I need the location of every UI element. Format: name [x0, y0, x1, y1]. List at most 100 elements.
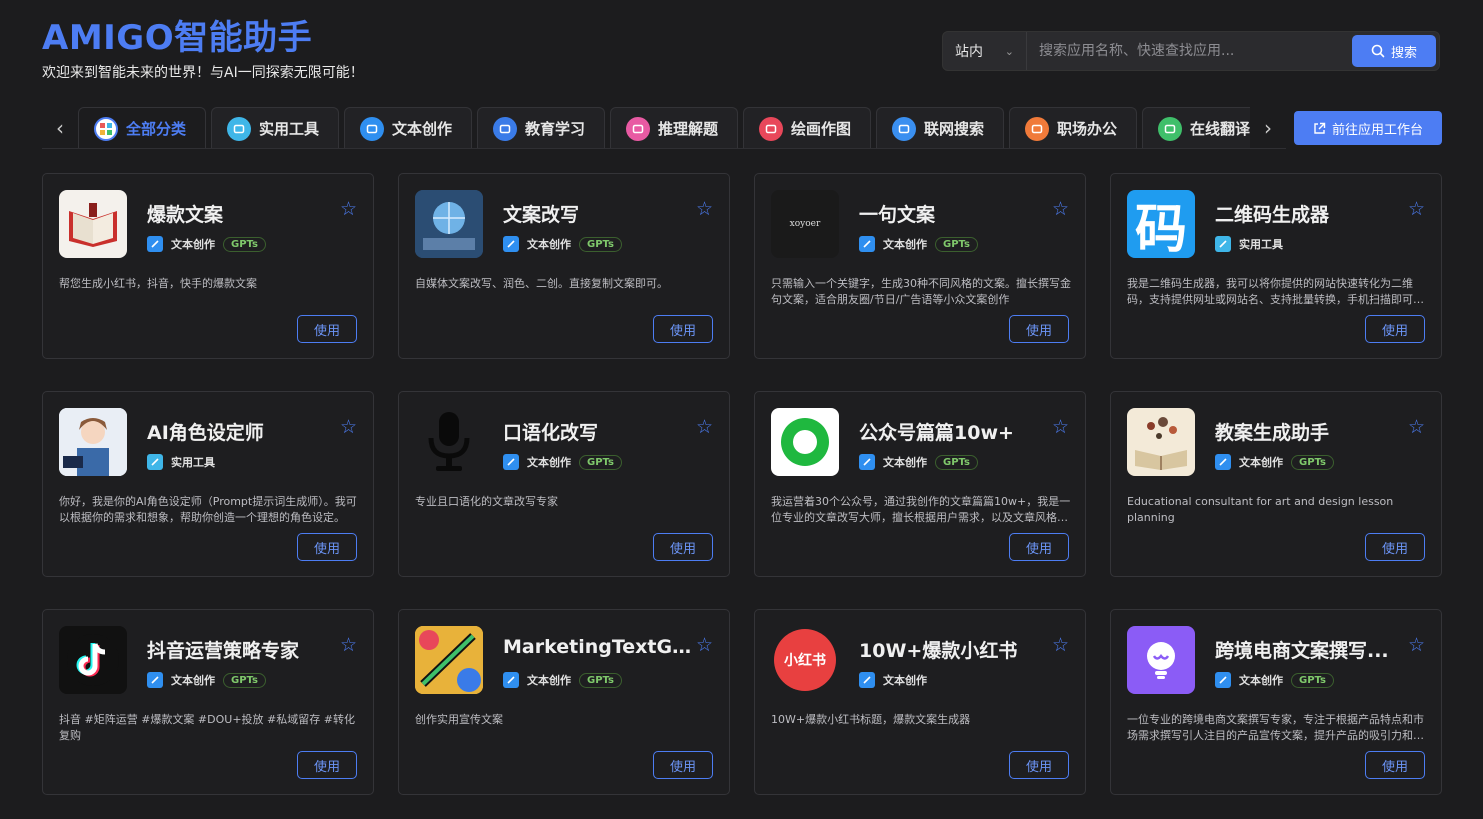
tab-label: 联网搜索	[924, 120, 985, 138]
tab-6[interactable]: 联网搜索	[876, 107, 1004, 148]
search-input[interactable]	[1027, 32, 1352, 70]
use-button[interactable]: 使用	[297, 315, 357, 343]
favorite-star-icon[interactable]: ☆	[340, 634, 357, 656]
search-scope-select[interactable]: 站内 ⌄	[943, 32, 1027, 70]
use-button[interactable]: 使用	[653, 315, 713, 343]
app-card[interactable]: 跨境电商文案撰写... ☆ 文本创作 GPTs 一位专业的跨境电商文案撰写专家，专注于根…	[1110, 609, 1442, 795]
app-meta: 文本创作 GPTs	[503, 236, 622, 252]
search-button[interactable]: 搜索	[1352, 35, 1436, 67]
app-meta: 文本创作	[859, 672, 927, 688]
goto-workspace-button[interactable]: 前往应用工作台	[1294, 111, 1442, 145]
favorite-star-icon[interactable]: ☆	[1408, 634, 1425, 656]
favorite-star-icon[interactable]: ☆	[696, 634, 713, 656]
app-card[interactable]: ♪ 抖音运营策略专家 ☆ 文本创作 GPTs 抖音 #矩阵运营 #爆款文案 #DOU+投放…	[42, 609, 374, 795]
app-card[interactable]: xoyoer 一句文案 ☆ 文本创作 GPTs 只需输入一个关键字，生成30种不同风格的文…	[754, 173, 1086, 359]
dictionary-icon	[493, 116, 517, 141]
tabs-next-arrow-icon[interactable]: ›	[1250, 107, 1286, 148]
category-icon	[859, 236, 875, 252]
app-title: 公众号篇篇10w+	[859, 422, 1014, 444]
puzzle-icon	[626, 116, 650, 141]
category-label: 文本创作	[527, 674, 571, 687]
app-description: 帮您生成小红书，抖音，快手的爆款文案	[59, 277, 257, 290]
tab-label: 推理解题	[658, 120, 719, 138]
app-title: 口语化改写	[503, 422, 599, 444]
app-card[interactable]: AI角色设定师 ☆ 实用工具 你好，我是你的AI角色设定师（Prompt提示词生成师）…	[42, 391, 374, 577]
tab-1[interactable]: 实用工具	[211, 107, 339, 148]
use-button[interactable]: 使用	[653, 533, 713, 561]
app-description: 专业且口语化的文章改写专家	[415, 495, 558, 508]
app-description: 自媒体文案改写、润色、二创。直接复制文案即可。	[415, 277, 668, 290]
tab-5[interactable]: 绘画作图	[743, 107, 871, 148]
quill-icon	[360, 116, 384, 141]
external-link-icon	[1314, 122, 1326, 134]
app-meta: 文本创作 GPTs	[503, 672, 622, 688]
use-button[interactable]: 使用	[653, 751, 713, 779]
tab-2[interactable]: 文本创作	[344, 107, 472, 148]
category-icon	[1215, 236, 1231, 252]
app-card[interactable]: 码 二维码生成器 ☆ 实用工具 我是二维码生成器，我可以将你提供的网站快速转化为二维码，…	[1110, 173, 1442, 359]
tab-3[interactable]: 教育学习	[477, 107, 605, 148]
app-card[interactable]: 口语化改写 ☆ 文本创作 GPTs 专业且口语化的文章改写专家 使用	[398, 391, 730, 577]
toolbox-icon	[227, 116, 251, 141]
use-button[interactable]: 使用	[297, 751, 357, 779]
use-button[interactable]: 使用	[1365, 751, 1425, 779]
app-card[interactable]: 小红书 10W+爆款小红书 ☆ 文本创作 10W+爆款小红书标题，爆款文案生成器使用	[754, 609, 1086, 795]
app-description: 10W+爆款小红书标题，爆款文案生成器	[771, 713, 971, 726]
app-title: 一句文案	[859, 204, 936, 226]
use-button[interactable]: 使用	[1009, 751, 1069, 779]
favorite-star-icon[interactable]: ☆	[1052, 198, 1069, 220]
app-card[interactable]: 文案改写 ☆ 文本创作 GPTs 自媒体文案改写、润色、二创。直接复制文案即可。使用	[398, 173, 730, 359]
gpts-badge: GPTs	[1291, 454, 1334, 470]
category-label: 文本创作	[527, 238, 571, 251]
tab-label: 教育学习	[525, 120, 586, 138]
gpts-badge: GPTs	[223, 236, 266, 252]
category-label: 文本创作	[1239, 674, 1283, 687]
app-title: 10W+爆款小红书	[859, 640, 1018, 662]
brand-title: AMIGO智能助手	[42, 18, 313, 58]
category-icon	[1215, 454, 1231, 470]
app-card[interactable]: MarketingTextGen ☆ 文本创作 GPTs 创作实用宣传文案 使用	[398, 609, 730, 795]
app-meta: 文本创作 GPTs	[147, 236, 266, 252]
gpts-badge: GPTs	[935, 236, 978, 252]
app-title: 文案改写	[503, 204, 580, 226]
use-button[interactable]: 使用	[1009, 315, 1069, 343]
favorite-star-icon[interactable]: ☆	[1408, 198, 1425, 220]
use-button[interactable]: 使用	[1365, 533, 1425, 561]
tab-7[interactable]: 职场办公	[1009, 107, 1137, 148]
favorite-star-icon[interactable]: ☆	[1408, 416, 1425, 438]
category-label: 文本创作	[1239, 456, 1283, 469]
gpts-badge: GPTs	[579, 454, 622, 470]
app-description: 你好，我是你的AI角色设定师（Prompt提示词生成师）。我可以根据你的需求和想…	[59, 495, 357, 524]
tabs-prev-arrow-icon[interactable]: ‹	[42, 107, 78, 148]
favorite-star-icon[interactable]: ☆	[1052, 416, 1069, 438]
chevron-down-icon: ⌄	[1004, 44, 1014, 58]
xiaohongshu-logo: 小红书	[771, 626, 839, 694]
favorite-star-icon[interactable]: ☆	[696, 416, 713, 438]
tab-label: 职场办公	[1057, 120, 1118, 138]
category-label: 文本创作	[883, 674, 927, 687]
app-card[interactable]: 公众号篇篇10w+ ☆ 文本创作 GPTs 我运营着30个公众号，通过我创作的文章篇篇1…	[754, 391, 1086, 577]
translate-icon	[1158, 116, 1182, 141]
office-icon	[1025, 116, 1049, 141]
tab-8[interactable]: 在线翻译	[1142, 107, 1250, 148]
book-logo	[59, 190, 127, 258]
logo-text: 码	[1134, 199, 1187, 259]
favorite-star-icon[interactable]: ☆	[696, 198, 713, 220]
tab-0[interactable]: 全部分类	[78, 107, 206, 148]
use-button[interactable]: 使用	[1365, 315, 1425, 343]
tab-label: 文本创作	[392, 120, 453, 138]
favorite-star-icon[interactable]: ☆	[340, 416, 357, 438]
category-icon	[503, 236, 519, 252]
favorite-star-icon[interactable]: ☆	[340, 198, 357, 220]
gpts-badge: GPTs	[223, 672, 266, 688]
use-button[interactable]: 使用	[297, 533, 357, 561]
app-description: Educational consultant for art and desig…	[1127, 495, 1394, 524]
tab-4[interactable]: 推理解题	[610, 107, 738, 148]
app-card[interactable]: 爆款文案 ☆ 文本创作 GPTs 帮您生成小红书，抖音，快手的爆款文案 使用	[42, 173, 374, 359]
logo-text: 小红书	[784, 653, 826, 669]
app-description: 我运营着30个公众号，通过我创作的文章篇篇10w+，我是一位专业的文章改写大师，…	[771, 495, 1071, 524]
use-button[interactable]: 使用	[1009, 533, 1069, 561]
lightbulb-logo	[1127, 626, 1195, 694]
favorite-star-icon[interactable]: ☆	[1052, 634, 1069, 656]
app-card[interactable]: 教案生成助手 ☆ 文本创作 GPTs Educational consultant fo…	[1110, 391, 1442, 577]
